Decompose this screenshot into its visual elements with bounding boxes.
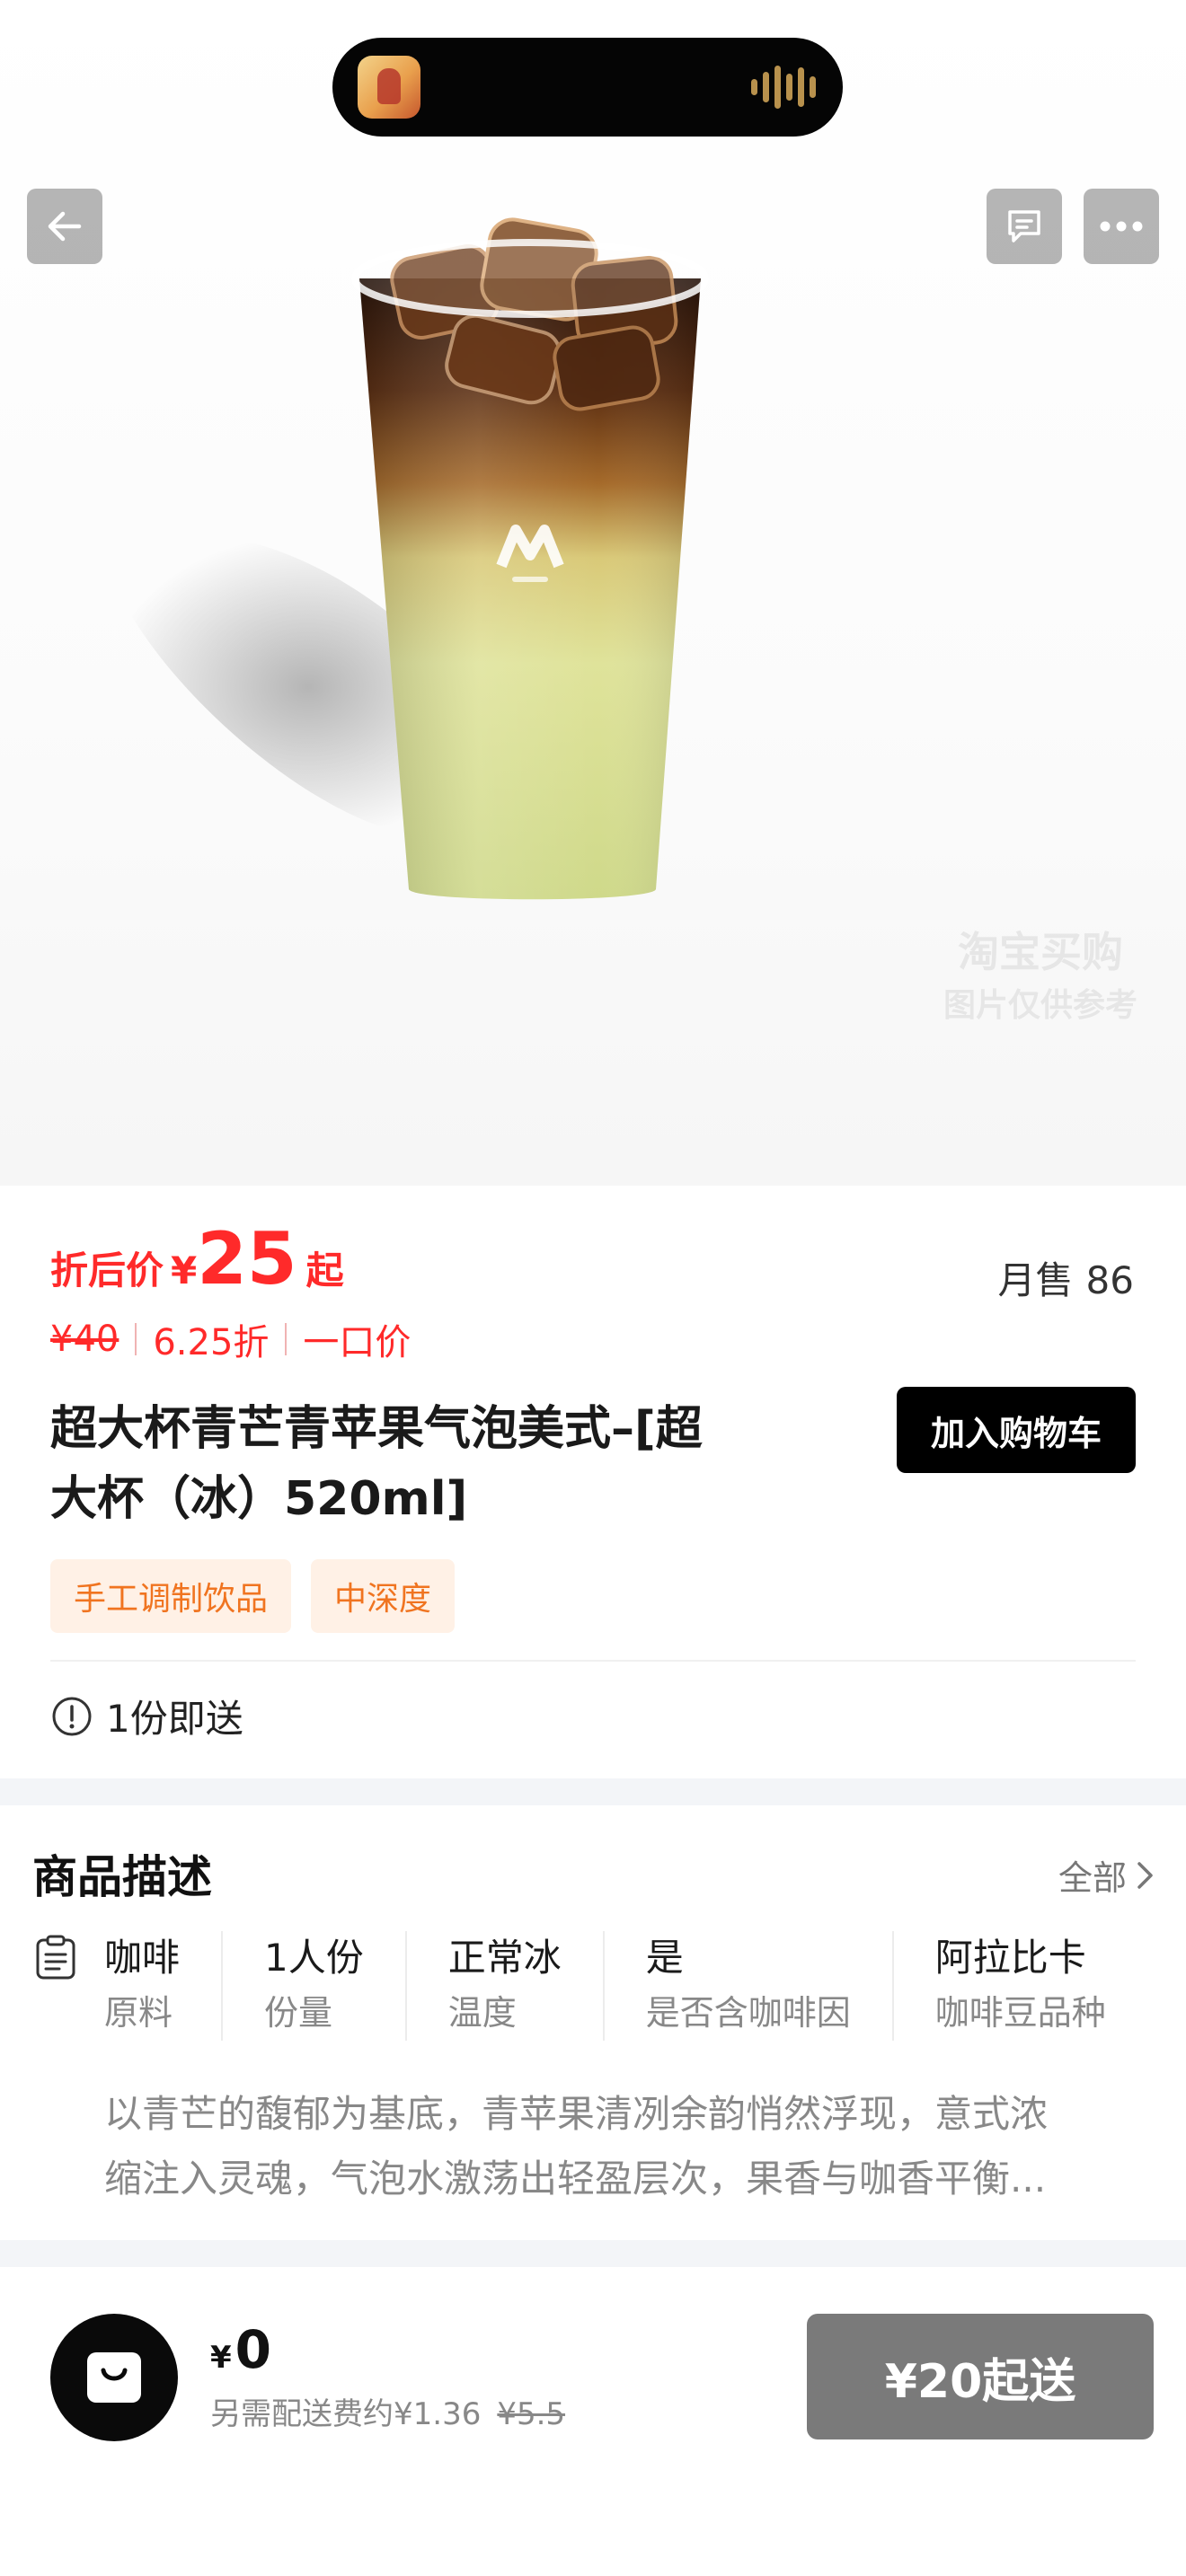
section-separator (0, 1778, 1186, 1805)
divider (285, 1323, 288, 1355)
delivery-fee-text: 另需配送费约¥1.36 (210, 2396, 482, 2432)
discount-price: 折后价 ¥ 25 起 (50, 1223, 344, 1304)
view-all-link[interactable]: 全部 (1058, 1850, 1155, 1900)
attribute-key: 份量 (264, 1993, 333, 2033)
discount-info: ¥40 6.25折 一口价 (50, 1313, 411, 1365)
chevron-right-icon (1137, 1861, 1153, 1889)
checkout-bar: ¥ 0 另需配送费约¥1.36 ¥5.5 ¥20起送 (0, 2267, 1186, 2576)
divider (50, 1660, 1136, 1662)
attribute-item: 咖啡 原料 (104, 1931, 224, 2041)
description-title: 商品描述 (32, 1851, 212, 1903)
arrow-left-icon (48, 211, 82, 242)
discount-rate: 6.25折 (153, 1322, 270, 1363)
attribute-list: 咖啡 原料 1人份 份量 正常冰 温度 是 是否含咖啡因 阿拉比卡 咖啡豆品种 (104, 1931, 1106, 2041)
watermark-line2: 图片仅供参考 (943, 987, 1138, 1024)
attribute-value: 1人份 (264, 1936, 364, 1980)
divider (135, 1323, 137, 1355)
product-image (72, 171, 988, 961)
cart-button[interactable] (50, 2314, 178, 2441)
attribute-key: 原料 (104, 1993, 173, 2033)
total-value: 0 (235, 2319, 272, 2380)
shopping-bag-icon (87, 2352, 141, 2403)
price-currency: ¥ (171, 1248, 198, 1292)
description-text[interactable]: 以青芒的馥郁为基底，青苹果清冽余韵悄然浮现，意式浓 缩注入灵魂，气泡水激荡出轻盈… (104, 2082, 1137, 2211)
attribute-key: 是否含咖啡因 (645, 1993, 851, 2033)
info-circle-icon (52, 1697, 92, 1735)
attribute-key: 温度 (447, 1993, 517, 2033)
delivery-fee: 另需配送费约¥1.36 ¥5.5 (210, 2389, 565, 2433)
product-image-area[interactable]: 淘宝买购 图片仅供参考 (0, 0, 1186, 1186)
attribute-item: 正常冰 温度 (448, 1931, 605, 2041)
price-type: 一口价 (303, 1322, 412, 1363)
monthly-sales: 月售 86 (998, 1250, 1134, 1305)
original-price: ¥40 (50, 1319, 119, 1360)
description-line1: 以青芒的馥郁为基底，青苹果清冽余韵悄然浮现，意式浓 (104, 2092, 1049, 2136)
cart-total: ¥ 0 (210, 2319, 271, 2380)
attribute-item: 阿拉比卡 咖啡豆品种 (935, 1931, 1106, 2041)
watermark-line1: 淘宝买购 (958, 928, 1123, 976)
more-options-button[interactable] (1084, 189, 1159, 264)
attribute-item: 是 是否含咖啡因 (646, 1931, 894, 2041)
delivery-notice-text: 1份即送 (106, 1697, 243, 1741)
attribute-value: 是 (645, 1936, 684, 1980)
delivery-fee-original: ¥5.5 (497, 2396, 566, 2432)
attribute-key: 咖啡豆品种 (934, 1993, 1106, 2033)
now-playing-app-icon (358, 56, 420, 119)
back-button[interactable] (27, 189, 102, 264)
document-list-icon (36, 1935, 75, 1980)
product-tags: 手工调制饮品 中深度 (50, 1559, 456, 1633)
dynamic-island (332, 38, 843, 137)
product-title-line1: 超大杯青芒青苹果气泡美式–[超 (50, 1402, 703, 1456)
product-title-line2: 大杯（冰）520ml] (50, 1472, 468, 1526)
tag-handmade: 手工调制饮品 (50, 1559, 292, 1633)
audio-wave-icon (751, 65, 816, 110)
chat-bubble-icon (1008, 210, 1040, 243)
monthly-sales-value: 86 (1085, 1258, 1134, 1302)
section-separator (0, 2240, 1186, 2267)
total-currency: ¥ (210, 2340, 232, 2376)
attribute-value: 正常冰 (447, 1936, 562, 1980)
product-title: 超大杯青芒青苹果气泡美式–[超 大杯（冰）520ml] (50, 1394, 787, 1534)
more-dots-icon (1100, 221, 1143, 232)
price-suffix: 起 (305, 1248, 344, 1292)
add-to-cart-button[interactable]: 加入购物车 (897, 1387, 1136, 1473)
attribute-value: 阿拉比卡 (934, 1936, 1086, 1980)
image-watermark: 淘宝买购 图片仅供参考 (943, 925, 1137, 1033)
attribute-value: 咖啡 (104, 1936, 181, 1980)
price-prefix: 折后价 (50, 1248, 164, 1292)
message-button[interactable] (987, 189, 1062, 264)
attribute-item: 1人份 份量 (264, 1931, 407, 2041)
minimum-order-button[interactable]: ¥20起送 (807, 2314, 1154, 2439)
tag-roast: 中深度 (311, 1559, 456, 1633)
delivery-notice: 1份即送 (50, 1689, 243, 1743)
description-line2: 缩注入灵魂，气泡水激荡出轻盈层次，果香与咖香平衡... (104, 2157, 1047, 2201)
price-value: 25 (197, 1217, 297, 1301)
monthly-sales-label: 月售 (997, 1258, 1074, 1302)
view-all-label: 全部 (1058, 1858, 1127, 1898)
